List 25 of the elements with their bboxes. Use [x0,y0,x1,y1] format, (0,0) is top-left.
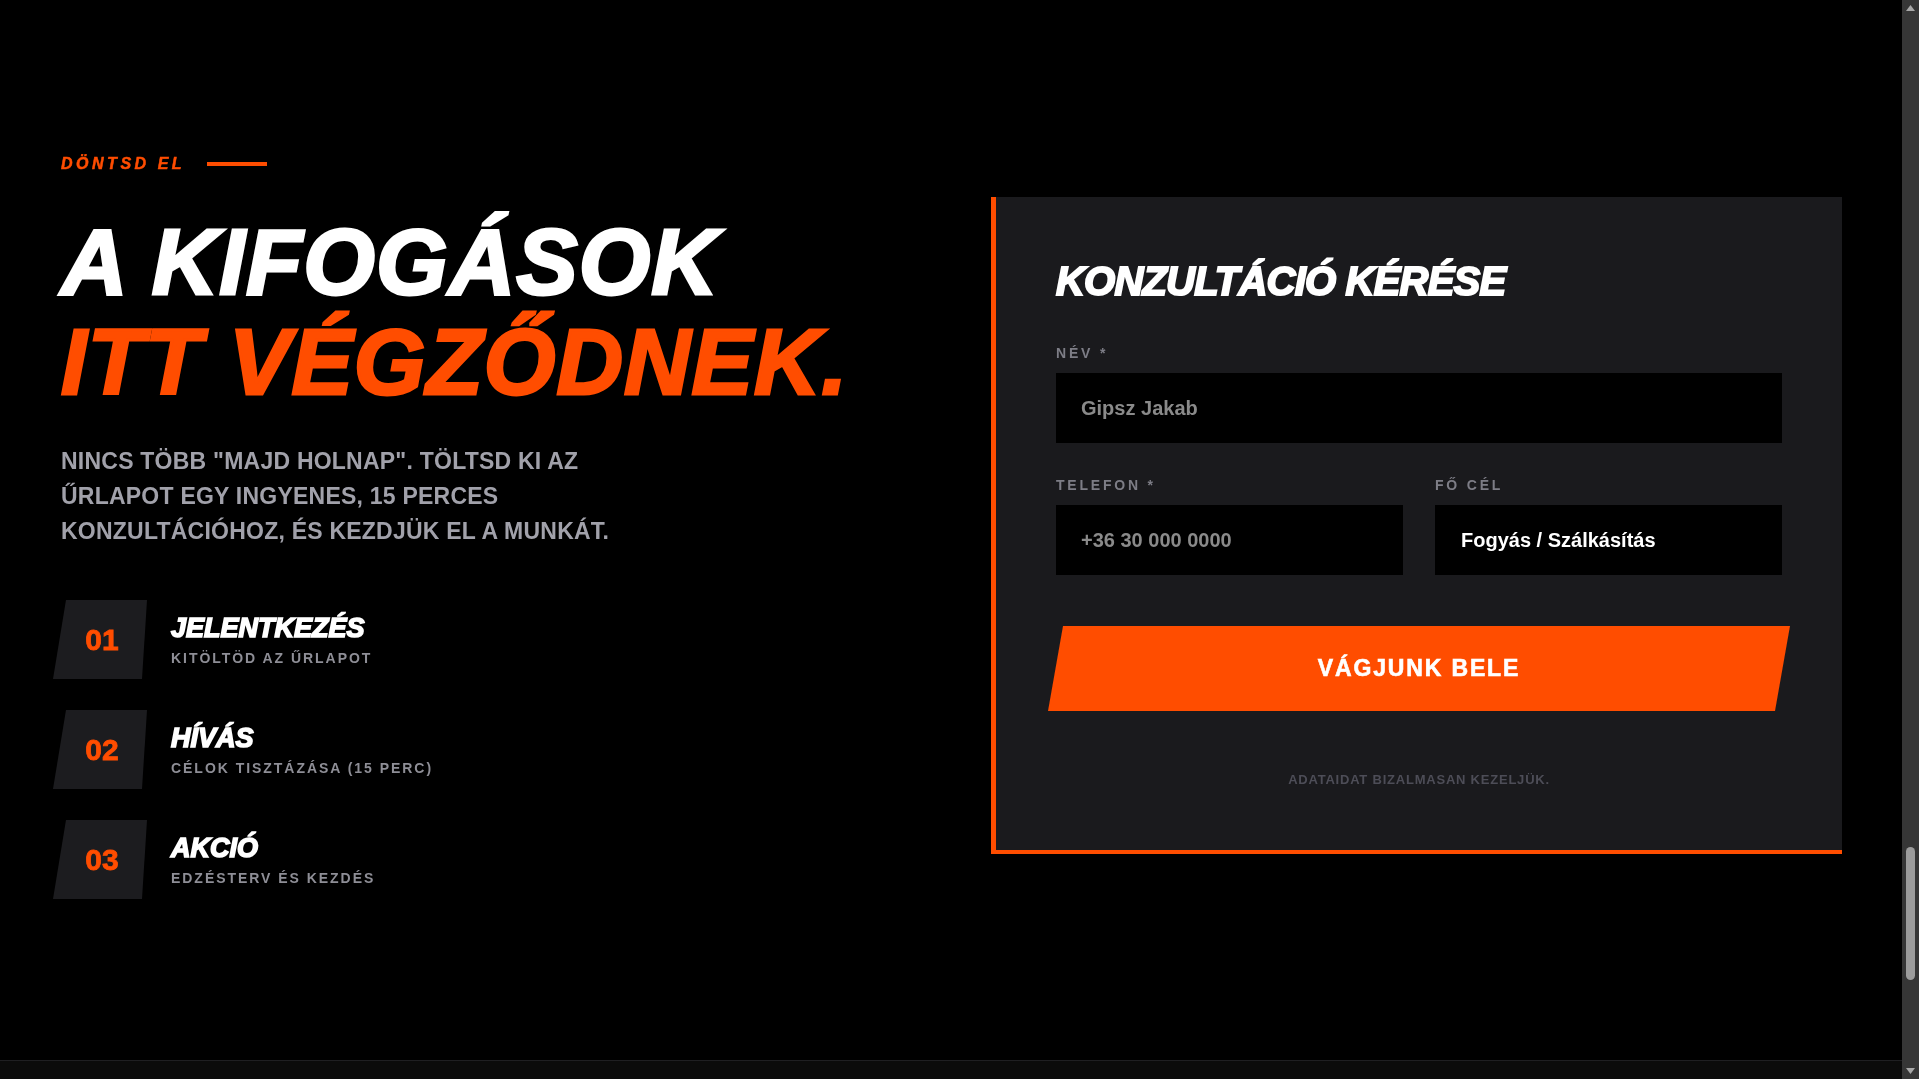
field-label: FŐ CÉL [1435,476,1504,495]
arrow-down-icon[interactable] [1906,1068,1915,1074]
headline-accent-text: ITT VÉGZŐDNEK. [61,312,850,412]
eyebrow-text: DÖNTSD EL [61,154,186,174]
field-label: NÉV * [1056,344,1109,363]
step-number: 03 [53,820,147,899]
step-number: 02 [53,710,147,789]
intro-text: NINCS TÖBB "MAJD HOLNAP". TÖLTSD KI AZ ŰRLAPOT EGY INGYENES, 15 PERCES KONZULTÁCIÓHOZ, ÉS KEZDJÜK EL A MUNKÁT. [61,447,611,546]
input-field[interactable]: Gipsz Jakab [1056,373,1782,443]
arrow-up-icon[interactable] [1906,5,1915,11]
select-field[interactable]: Fogyás / Szálkásítás [1435,505,1782,575]
scrollbar-thumb[interactable] [1906,847,1915,980]
step-subtitle: EDZÉSTERV ÉS KEZDÉS [171,868,376,887]
step-title: JELENTKEZÉS [171,612,366,643]
scrollbar[interactable] [1902,0,1919,1079]
input-field[interactable]: +36 30 000 0000 [1056,505,1403,575]
step-title: AKCIÓ [171,832,259,863]
step-number: 01 [53,600,147,679]
step-subtitle: KITÖLTÖD AZ ŰRLAPOT [171,648,373,667]
step-subtitle: CÉLOK TISZTÁZÁSA (15 PERC) [171,758,433,777]
privacy-note: ADATAIDAT BIZALMASAN KEZELJÜK. [1288,771,1550,789]
step-title: HÍVÁS [171,722,255,753]
headline-text: A KIFOGÁSOK [61,212,733,312]
field-label: TELEFON * [1056,476,1156,495]
form-title: KONZULTÁCIÓ KÉRÉSE [1056,257,1508,305]
